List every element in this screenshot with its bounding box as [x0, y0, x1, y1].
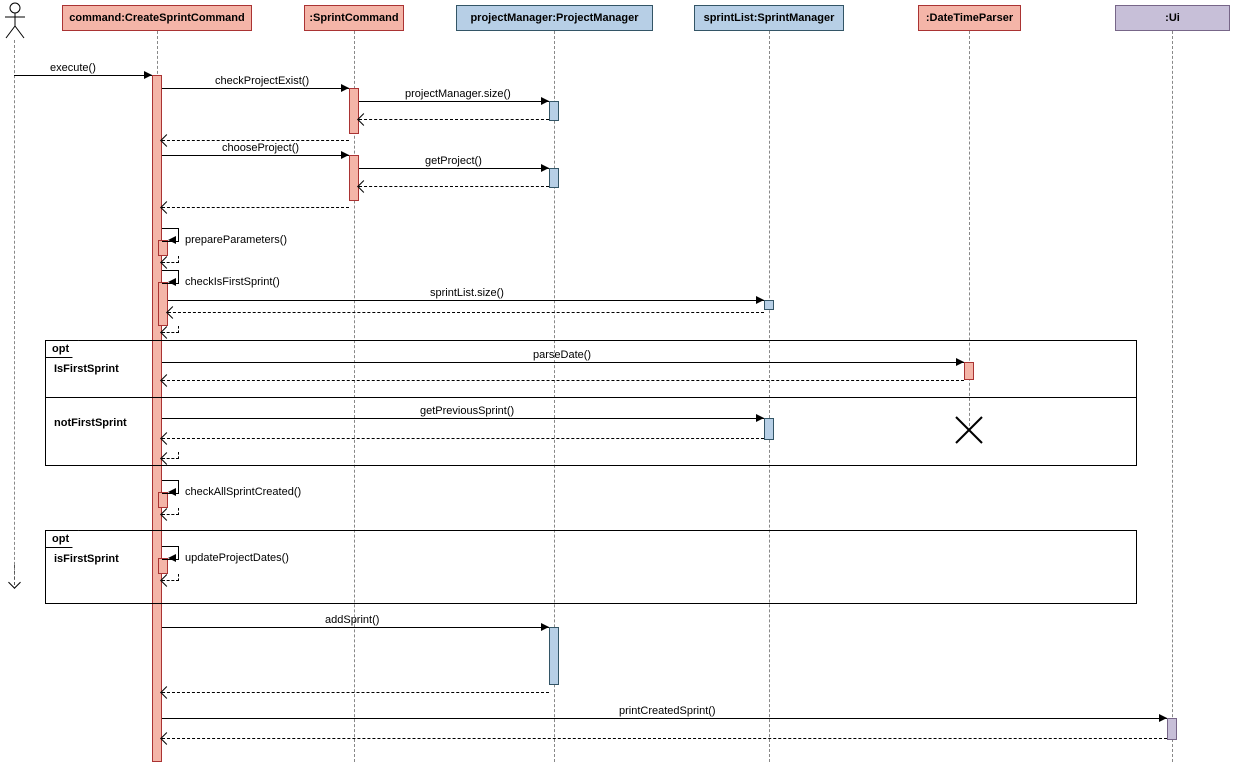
arrow-icon	[541, 97, 549, 105]
return-printcreatedsprint	[162, 738, 1167, 740]
actor-icon	[4, 2, 26, 40]
activation-getprev	[764, 418, 774, 440]
arrow-icon	[160, 732, 173, 745]
activation-parsedate	[964, 362, 974, 380]
msg-label-pmsize: projectManager.size()	[405, 88, 511, 100]
msg-label-sprintsize: sprintList.size()	[430, 287, 504, 299]
return-parsedate	[162, 380, 964, 382]
activation-printcreatedsprint	[1167, 718, 1177, 740]
frame-guard: isFirstSprint	[54, 553, 119, 565]
activation-getproject	[549, 168, 559, 188]
msg-sprintsize	[168, 300, 764, 301]
arrow-icon	[341, 84, 349, 92]
arrow-icon	[144, 71, 152, 79]
msg-label-addsprint: addSprint()	[325, 614, 379, 626]
msg-label-chooseproject: chooseProject()	[222, 142, 299, 154]
participant-ui: :Ui	[1115, 5, 1230, 31]
frame-tag: opt	[45, 340, 79, 358]
frame-divider	[46, 397, 1136, 398]
participant-sprint-list: sprintList:SprintManager	[694, 5, 844, 31]
participant-label: :Ui	[1165, 12, 1180, 24]
msg-label-checkprojectexist: checkProjectExist()	[215, 75, 309, 87]
return-pmsize	[359, 119, 549, 121]
participant-label: :SprintCommand	[309, 12, 398, 24]
participant-label: :DateTimeParser	[926, 12, 1013, 24]
arrow-icon	[357, 113, 370, 126]
activation-prepareparams	[158, 240, 168, 256]
activation-addsprint	[549, 627, 559, 685]
activation-checkfirst	[158, 282, 168, 326]
msg-printcreatedsprint	[162, 718, 1167, 719]
frame-opt-isfirstsprint2: opt isFirstSprint	[45, 530, 1137, 604]
participant-create-sprint-command: command:CreateSprintCommand	[62, 5, 252, 31]
activation-checkprojectexist	[349, 88, 359, 134]
arrow-icon	[756, 414, 764, 422]
return-getprev	[162, 438, 764, 440]
arrow-icon	[168, 488, 176, 496]
return-chooseproject	[162, 207, 349, 209]
msg-getproject	[359, 168, 549, 169]
activation-checkallcreated	[158, 492, 168, 508]
lifeline-p6	[1172, 31, 1173, 762]
actor-lifeline	[14, 40, 15, 585]
arrow-icon	[541, 164, 549, 172]
msg-pmsize	[359, 101, 549, 102]
msg-parsedate	[162, 362, 964, 363]
msg-addsprint	[162, 627, 549, 628]
arrow-icon	[160, 686, 173, 699]
arrow-icon	[541, 623, 549, 631]
msg-label-getprev: getPreviousSprint()	[420, 405, 514, 417]
participant-label: sprintList:SprintManager	[704, 12, 835, 24]
destroy-icon	[954, 415, 984, 445]
msg-label-getproject: getProject()	[425, 155, 482, 167]
msg-label-checkfirst: checkIsFirstSprint()	[185, 276, 280, 288]
msg-getprev	[162, 418, 764, 419]
arrow-icon	[341, 151, 349, 159]
frame-guard2: notFirstSprint	[54, 417, 127, 429]
participant-label: command:CreateSprintCommand	[69, 12, 244, 24]
participant-datetime-parser: :DateTimeParser	[918, 5, 1021, 31]
arrow-icon	[160, 201, 173, 214]
arrow-icon	[956, 358, 964, 366]
return-addsprint	[162, 692, 549, 694]
frame-tag: opt	[45, 530, 79, 548]
activation-chooseproject	[349, 155, 359, 201]
participant-label: projectManager:ProjectManager	[470, 12, 638, 24]
msg-label-parsedate: parseDate()	[533, 349, 591, 361]
arrow-icon	[168, 278, 176, 286]
msg-label-execute: execute()	[50, 62, 96, 74]
participant-project-manager: projectManager:ProjectManager	[456, 5, 653, 31]
arrow-icon	[756, 296, 764, 304]
msg-label-updateprojectdates: updateProjectDates()	[185, 552, 289, 564]
msg-label-prepareparams: prepareParameters()	[185, 234, 287, 246]
frame-guard1: IsFirstSprint	[54, 363, 119, 375]
activation-pmsize	[549, 101, 559, 121]
arrow-icon	[1159, 714, 1167, 722]
msg-label-printcreatedsprint: printCreatedSprint()	[619, 705, 716, 717]
return-sprintsize	[168, 312, 764, 314]
msg-execute	[14, 75, 152, 76]
activation-updateprojectdates	[158, 558, 168, 574]
msg-checkprojectexist	[162, 88, 349, 89]
sequence-diagram: command:CreateSprintCommand :SprintComma…	[0, 0, 1251, 762]
arrow-icon	[160, 134, 173, 147]
return-getproject	[359, 186, 549, 188]
activation-sprintsize	[764, 300, 774, 310]
arrow-icon	[357, 180, 370, 193]
arrow-icon	[168, 554, 176, 562]
msg-label-checkallcreated: checkAllSprintCreated()	[185, 486, 301, 498]
arrow-icon	[8, 576, 21, 589]
msg-chooseproject	[162, 155, 349, 156]
arrow-icon	[168, 236, 176, 244]
arrow-icon	[166, 306, 179, 319]
participant-sprint-command: :SprintCommand	[304, 5, 404, 31]
